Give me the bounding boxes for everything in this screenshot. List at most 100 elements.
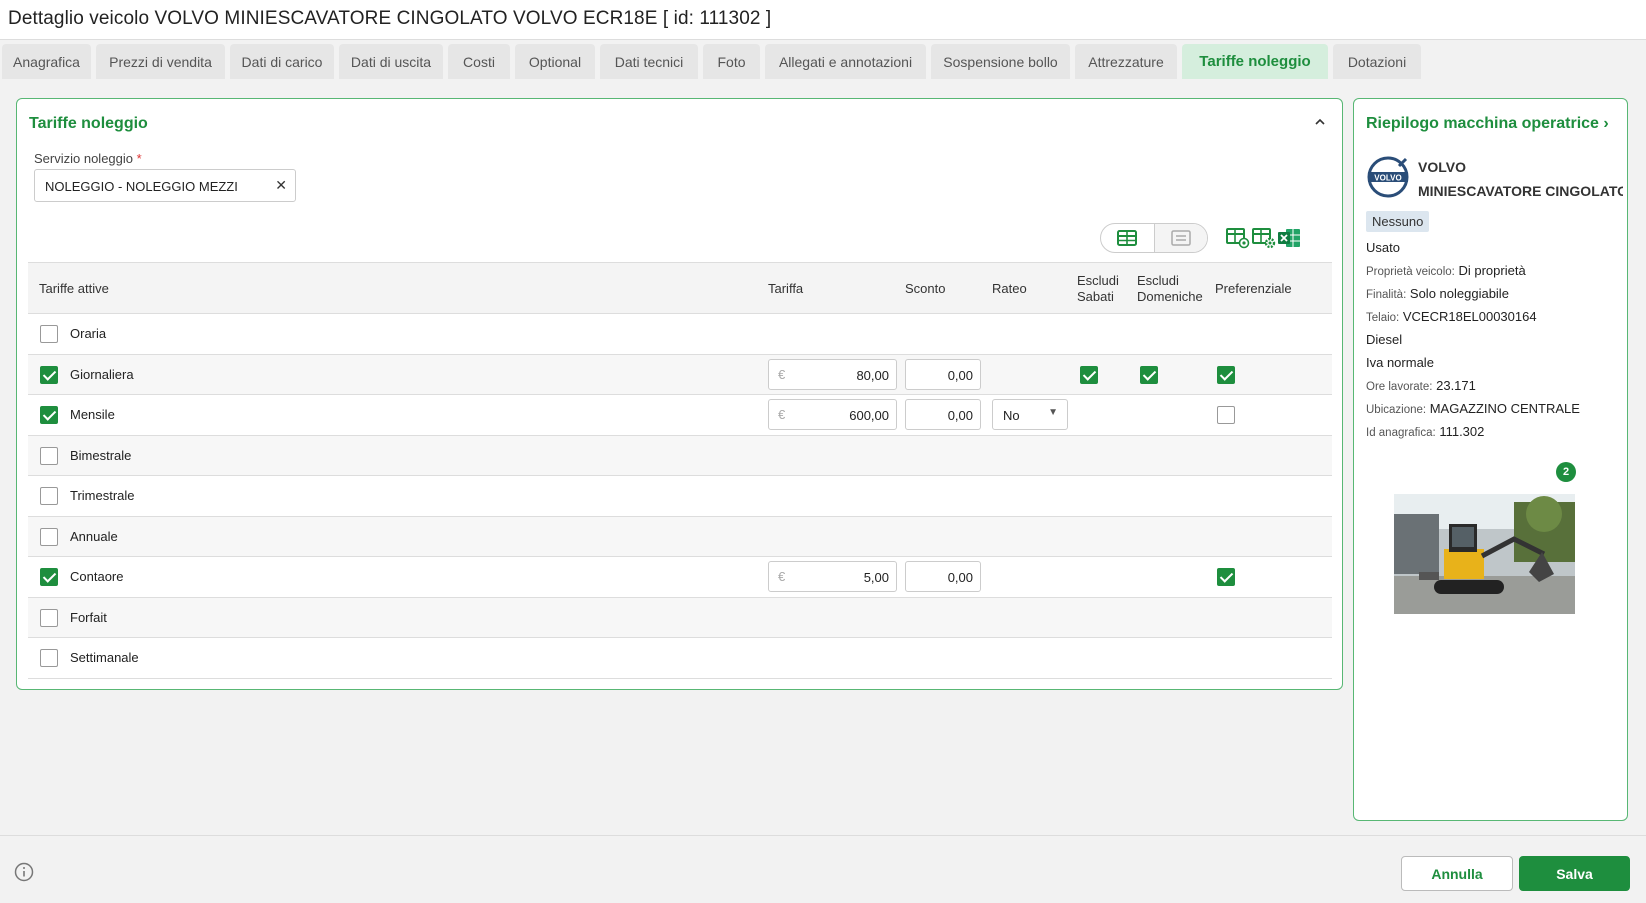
col-rateo: Rateo: [992, 281, 1027, 296]
tariffe-grid: Tariffe attive Tariffa Sconto Rateo Escl…: [28, 262, 1332, 679]
escludi-sabati-checkbox[interactable]: [1080, 365, 1098, 384]
table-view-settings-icon[interactable]: [1225, 225, 1251, 251]
col-escludi-sabati: Escludi Sabati: [1077, 273, 1119, 304]
tariff-name: Mensile: [70, 407, 115, 422]
tariffa-input[interactable]: €600,00: [768, 399, 897, 430]
cancel-button[interactable]: Annulla: [1401, 856, 1513, 891]
tab-anagrafica[interactable]: Anagrafica: [2, 44, 91, 79]
col-escludi-domeniche: Escludi Domeniche: [1137, 273, 1203, 304]
info-icon[interactable]: [14, 862, 34, 882]
active-checkbox[interactable]: [40, 527, 58, 546]
active-checkbox[interactable]: [40, 365, 58, 384]
tab-attrezzature[interactable]: Attrezzature: [1075, 44, 1177, 79]
tab-costi[interactable]: Costi: [448, 44, 510, 79]
clear-icon[interactable]: ✕: [275, 177, 287, 194]
tariffe-noleggio-panel: Tariffe noleggio Servizio noleggio * NOL…: [16, 98, 1343, 690]
preferenziale-checkbox[interactable]: [1217, 568, 1235, 586]
tab-foto[interactable]: Foto: [703, 44, 760, 79]
table-row: Forfait: [28, 597, 1332, 638]
tariffa-input[interactable]: €80,00: [768, 358, 897, 390]
tab-dotazioni[interactable]: Dotazioni: [1333, 44, 1421, 79]
required-mark: *: [136, 151, 142, 166]
window-title: Dettaglio veicolo VOLVO MINIESCAVATORE C…: [8, 8, 772, 29]
tariffa-input[interactable]: €5,00: [768, 561, 897, 592]
tab-allegati-e-annotazioni[interactable]: Allegati e annotazioni: [765, 44, 926, 79]
purpose: Finalità: Solo noleggiabile: [1366, 286, 1509, 301]
tariff-name: Forfait: [70, 609, 107, 625]
service-label: Servizio noleggio *: [34, 151, 142, 166]
chassis: Telaio: VCECR18EL00030164: [1366, 309, 1537, 324]
preferenziale-checkbox[interactable]: [1217, 406, 1235, 424]
active-checkbox[interactable]: [40, 487, 58, 505]
tab-dati-tecnici[interactable]: Dati tecnici: [600, 44, 698, 79]
chevron-up-icon[interactable]: [1312, 115, 1328, 131]
tariff-name: Contaore: [70, 569, 124, 584]
col-preferenziale: Preferenziale: [1215, 281, 1292, 296]
table-row: Contaore €5,00 0,00: [28, 557, 1332, 598]
excel-export-icon[interactable]: [1276, 225, 1302, 251]
col-sconto: Sconto: [905, 281, 946, 296]
tariff-name: Bimestrale: [70, 447, 132, 463]
summary-title[interactable]: Riepilogo macchina operatrice ›: [1366, 115, 1609, 133]
active-checkbox[interactable]: [40, 608, 58, 627]
tab-prezzi-di-vendita[interactable]: Prezzi di vendita: [96, 44, 225, 79]
table-row: Bimestrale: [28, 435, 1332, 476]
location: Ubicazione: MAGAZZINO CENTRALE: [1366, 401, 1580, 416]
status-badge: Nessuno: [1366, 211, 1430, 232]
active-checkbox[interactable]: [40, 649, 58, 667]
vehicle-photo[interactable]: [1394, 494, 1575, 614]
footer-bar: Annulla Salva: [0, 835, 1646, 903]
vat: Iva normale: [1366, 355, 1434, 370]
tab-sospensione-bollo[interactable]: Sospensione bollo: [931, 44, 1070, 79]
table-row: Mensile €600,00 0,00 No ▼: [28, 395, 1332, 436]
chevron-down-icon: ▼: [1048, 407, 1058, 418]
logo-text: VOLVO: [1374, 174, 1401, 183]
service-value: NOLEGGIO - NOLEGGIO MEZZI: [45, 179, 238, 194]
tab-dati-di-uscita[interactable]: Dati di uscita: [339, 44, 443, 79]
table-row: Annuale: [28, 516, 1332, 557]
tab-tariffe-noleggio[interactable]: Tariffe noleggio: [1182, 44, 1328, 79]
tariff-name: Giornaliera: [70, 366, 134, 382]
sconto-input[interactable]: 0,00: [905, 399, 981, 430]
sconto-input[interactable]: 0,00: [905, 561, 981, 592]
tariff-name: Trimestrale: [70, 488, 135, 503]
sconto-input[interactable]: 0,00: [905, 358, 981, 390]
tab-dati-di-carico[interactable]: Dati di carico: [230, 44, 334, 79]
grid-view-icon: [1117, 230, 1138, 246]
photo-count-badge: 2: [1556, 462, 1576, 482]
vehicle-brand-model: VOLVO MINIESCAVATORE CINGOLATO: [1418, 159, 1623, 199]
active-checkbox[interactable]: [40, 446, 58, 465]
list-view-button[interactable]: [1153, 224, 1207, 252]
currency-symbol: €: [778, 407, 786, 422]
tariff-name: Oraria: [70, 326, 107, 341]
tab-bar: Anagrafica Prezzi di vendita Dati di car…: [0, 44, 1421, 80]
service-select[interactable]: NOLEGGIO - NOLEGGIO MEZZI ✕: [34, 169, 296, 202]
ownership: Proprietà veicolo: Di proprietà: [1366, 263, 1526, 278]
table-config-icon[interactable]: [1251, 225, 1277, 251]
table-row: Trimestrale: [28, 476, 1332, 517]
rateo-select[interactable]: No ▼: [992, 399, 1068, 430]
title-bar: Dettaglio veicolo VOLVO MINIESCAVATORE C…: [0, 0, 1646, 40]
table-row: Giornaliera €80,00 0,00: [28, 354, 1332, 395]
view-toggle: [1100, 223, 1208, 253]
active-checkbox[interactable]: [40, 325, 58, 343]
tariff-name: Settimanale: [70, 650, 139, 665]
preferenziale-checkbox[interactable]: [1217, 365, 1235, 384]
list-view-icon: [1171, 230, 1191, 246]
currency-symbol: €: [778, 569, 786, 584]
hours-worked: Ore lavorate: 23.171: [1366, 378, 1476, 393]
condition: Usato: [1366, 240, 1400, 255]
escludi-domeniche-checkbox[interactable]: [1140, 365, 1158, 384]
chevron-right-icon: ›: [1603, 115, 1609, 132]
active-checkbox[interactable]: [40, 406, 58, 424]
tariff-name: Annuale: [70, 528, 118, 544]
machine-summary-panel: Riepilogo macchina operatrice › VOLVO VO…: [1353, 98, 1628, 821]
tab-optional[interactable]: Optional: [515, 44, 595, 79]
col-tariffa: Tariffa: [768, 281, 804, 296]
save-button[interactable]: Salva: [1519, 856, 1630, 891]
table-row: Oraria: [28, 314, 1332, 355]
fuel: Diesel: [1366, 332, 1403, 347]
currency-symbol: €: [778, 366, 786, 382]
grid-view-button[interactable]: [1101, 224, 1154, 252]
active-checkbox[interactable]: [40, 568, 58, 586]
